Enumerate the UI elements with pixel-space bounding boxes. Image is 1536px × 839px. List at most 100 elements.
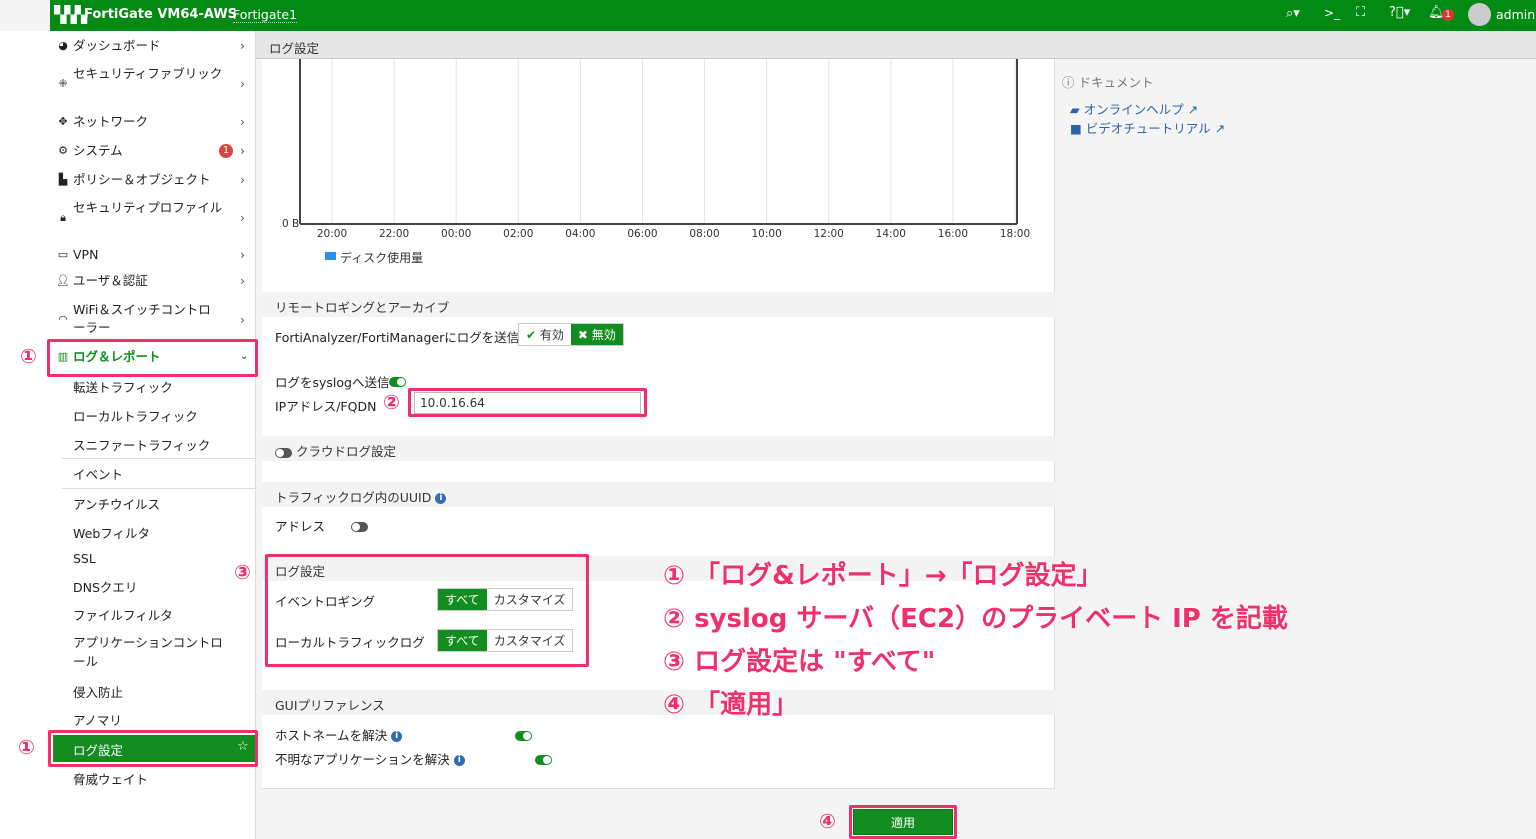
x-tick-label: 00:00 (441, 228, 472, 240)
divider (62, 458, 256, 459)
chevron-right-icon: › (240, 76, 245, 91)
x-tick-label: 20:00 (316, 228, 348, 240)
highlight-apply (849, 805, 957, 839)
fullscreen-icon[interactable]: ⛶ (1356, 5, 1365, 20)
submenu-app-control[interactable]: アプリケーションコントロール (73, 633, 223, 671)
info-icon: i (391, 731, 403, 742)
lock-icon: 🔒︎ (60, 211, 66, 224)
x-tick-label: 02:00 (503, 228, 534, 240)
x-tick-label: 14:00 (875, 228, 906, 240)
book-icon: ▰ (1070, 102, 1080, 117)
resolve-hostname-label: ホストネームを解決 i (275, 725, 403, 744)
submenu-file-filter[interactable]: ファイルフィルタ (73, 605, 173, 624)
submenu-event[interactable]: イベント (73, 464, 123, 483)
chevron-right-icon: › (240, 114, 245, 129)
help-circle-icon: ⓘ (1062, 75, 1075, 90)
external-link-icon: ↗ (1214, 121, 1226, 136)
x-tick-label: 06:00 (627, 228, 658, 240)
annotation-step-2: ② syslog サーバ（EC2）のプライベート IP を記載 (663, 604, 1288, 634)
network-icon: ✥ (58, 115, 68, 128)
help-icon[interactable]: ?⃝▾ (1389, 5, 1410, 20)
search-icon[interactable]: ⌕▾ (1286, 6, 1300, 21)
resolve-hostname-toggle[interactable] (514, 730, 532, 741)
chevron-right-icon: › (240, 172, 245, 187)
resolve-app-toggle[interactable] (535, 754, 553, 765)
y-tick-label: 0 B (282, 218, 300, 230)
submenu-ips[interactable]: 侵入防止 (73, 682, 123, 701)
info-icon: i (453, 755, 465, 766)
breadcrumb: ログ設定 (256, 31, 1536, 59)
faz-toggle[interactable]: ✔ 有効 ✖ 無効 (518, 323, 624, 346)
section-remote-logging: リモートロギングとアーカイブ (262, 292, 1055, 317)
annotation-step-3: ③ ログ設定は "すべて" (663, 647, 936, 677)
chevron-right-icon: › (240, 273, 245, 288)
x-tick-label: 22:00 (378, 228, 410, 240)
check-circle-icon: ✔ (526, 328, 537, 342)
divider (62, 488, 256, 489)
chevron-right-icon: › (240, 143, 245, 158)
online-help-link[interactable]: ▰ オンラインヘルプ ↗ (1070, 99, 1198, 118)
marker-4: ④ (819, 809, 836, 833)
enable-option[interactable]: ✔ 有効 (519, 324, 571, 345)
submenu-forward-traffic[interactable]: 転送トラフィック (73, 377, 173, 396)
annotation-step-1: ① 「ログ&レポート」→「ログ設定」 (663, 561, 1103, 591)
legend-label: ディスク使用量 (340, 251, 424, 265)
submenu-dns-query[interactable]: DNSクエリ (73, 577, 137, 596)
wifi-icon: ◠ (58, 313, 68, 326)
x-circle-icon: ✖ (577, 328, 588, 342)
x-tick-label: 08:00 (689, 228, 720, 240)
gear-icon: ⚙ (58, 144, 68, 157)
syslog-toggle[interactable] (389, 376, 406, 387)
annotation-step-4: ④ 「適用」 (663, 690, 799, 720)
legend-swatch (325, 252, 336, 260)
submenu-webfilter[interactable]: Webフィルタ (73, 523, 150, 542)
address-uuid-toggle[interactable] (350, 521, 368, 532)
docs-title: ⓘ ドキュメント (1062, 75, 1154, 90)
submenu-sniffer-traffic[interactable]: スニファートラフィック (73, 435, 210, 454)
sidebar: ◕ ダッシュボード › ⁜ セキュリティファブリック › ✥ ネットワーク › ⚙ システム 1… (50, 31, 256, 839)
info-icon: i (435, 493, 447, 504)
chevron-right-icon: › (240, 247, 245, 262)
chevron-right-icon: › (240, 312, 245, 327)
video-tutorial-link[interactable]: ■ ビデオチュートリアル ↗ (1070, 118, 1225, 137)
syslog-label: ログをsyslogへ送信 (275, 375, 390, 390)
disable-option[interactable]: ✖ 無効 (570, 324, 623, 345)
user-menu[interactable]: admin (1496, 7, 1535, 22)
resolve-app-label: 不明なアプリケーションを解決 i (275, 749, 465, 768)
submenu-anomaly[interactable]: アノマリ (73, 710, 122, 729)
fabric-icon: ⁜ (58, 77, 68, 90)
user-icon: 👤︎ (56, 274, 70, 287)
highlight-ip-field (408, 388, 647, 417)
address-label: アドレス (275, 519, 326, 534)
laptop-icon: ▭ (57, 248, 69, 261)
x-tick-label: 16:00 (937, 228, 969, 240)
chevron-right-icon: › (240, 210, 245, 225)
section-cloud-log: クラウドログ設定 (262, 436, 1055, 461)
highlight-log-report (47, 339, 258, 377)
x-tick-label: 12:00 (813, 228, 844, 240)
system-badge: 1 (219, 144, 233, 158)
highlight-log-settings-section (265, 554, 589, 667)
dashboard-icon: ◕ (58, 39, 68, 52)
chevron-right-icon: › (240, 38, 245, 53)
external-link-icon: ↗ (1187, 102, 1199, 117)
fortinet-logo-icon: ▚▚▚ (54, 5, 87, 24)
submenu-antivirus[interactable]: アンチウイルス (73, 494, 160, 513)
avatar[interactable] (1468, 3, 1491, 26)
submenu-threat-weight[interactable]: 脅威ウェイト (73, 769, 148, 788)
x-tick-label: 18:00 (999, 228, 1031, 240)
marker-1: ① (20, 344, 37, 368)
hostname[interactable]: Fortigate1 (233, 7, 298, 23)
submenu-local-traffic[interactable]: ローカルトラフィック (73, 406, 198, 425)
log-settings-panel: 0 B 20:00 22:00 00:00 02:00 04:00 06:00 08:00 1… (262, 59, 1055, 789)
faz-label: FortiAnalyzer/FortiManagerにログを送信 (275, 330, 520, 345)
policy-icon: ▙ (58, 173, 68, 186)
marker-1: ① (18, 735, 35, 759)
submenu-ssl[interactable]: SSL (73, 551, 96, 566)
cloud-log-toggle[interactable] (275, 447, 292, 458)
ip-label: IPアドレス/FQDN (275, 399, 377, 414)
section-uuid: トラフィックログ内のUUID i (262, 482, 1055, 507)
cli-console-icon[interactable]: >_ (1324, 6, 1340, 20)
video-icon: ■ (1070, 121, 1082, 136)
x-tick-label: 10:00 (751, 228, 782, 240)
